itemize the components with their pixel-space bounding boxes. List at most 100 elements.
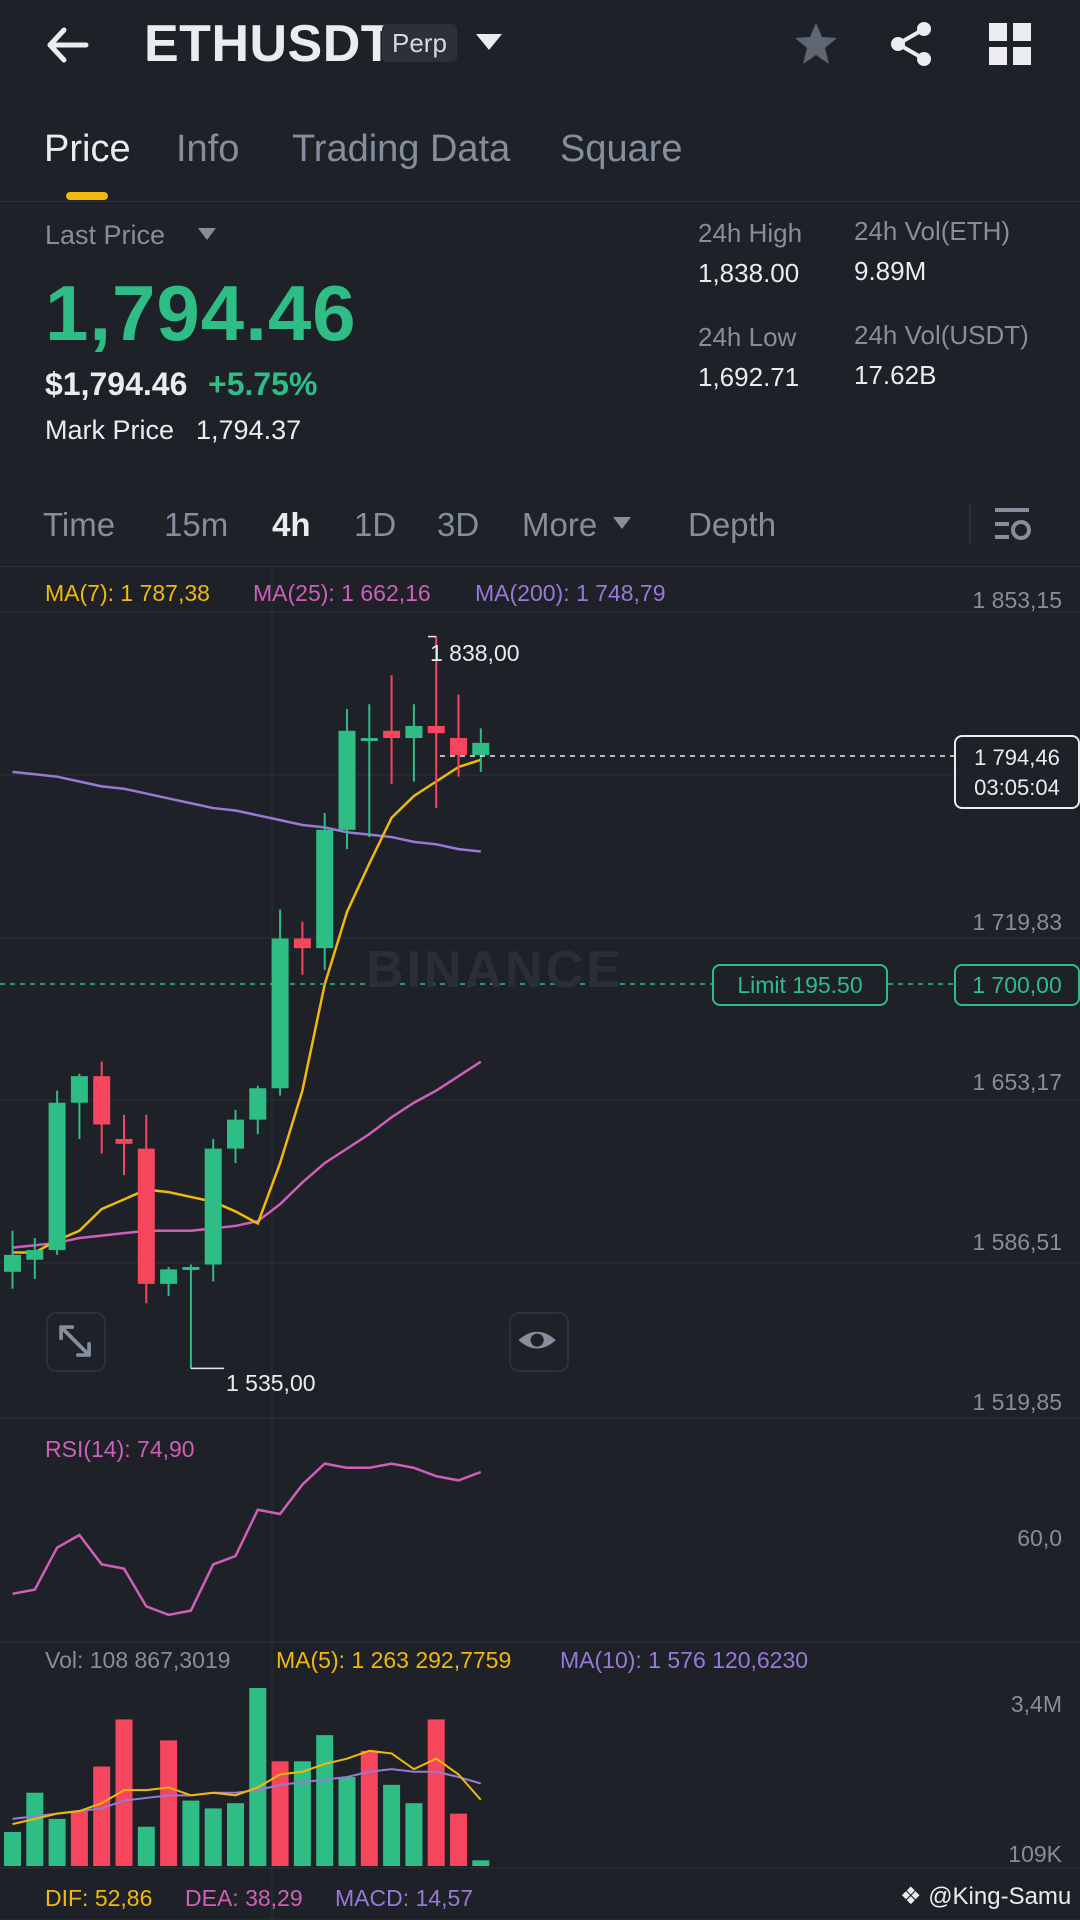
visibility-toggle-button[interactable] (509, 1312, 569, 1372)
candle-body (360, 738, 378, 742)
caret-down-icon[interactable] (612, 516, 632, 530)
low-24h-value: 1,692.71 (698, 362, 800, 392)
usd-price-value: $1,794.46 (45, 366, 188, 402)
candle-body (48, 1102, 66, 1251)
candle-body (227, 1119, 244, 1149)
tab-trading-data[interactable]: Trading Data (292, 128, 510, 171)
candle-body (338, 730, 356, 830)
last-price-value: 1,794.46 (45, 269, 357, 357)
rsi-label: RSI(14): 74,90 (45, 1436, 195, 1462)
interval-divider (969, 504, 971, 544)
mark-price-value: 1,794.37 (196, 415, 302, 445)
dropdown-caret-icon[interactable] (474, 30, 504, 54)
star-icon[interactable] (792, 20, 840, 68)
candles (4, 636, 490, 1369)
candle-body (293, 938, 311, 949)
low-marker-label: 1 535,00 (226, 1370, 316, 1396)
volume-ma5-label: MA(5): 1 263 292,7759 (276, 1647, 512, 1673)
price-tick-label: 1 653,17 (972, 1069, 1062, 1095)
expand-icon (59, 1325, 91, 1357)
candle-body (450, 738, 467, 755)
volume-bar (383, 1784, 401, 1866)
binance-watermark: BINANCE (366, 941, 624, 999)
active-tab-indicator (66, 192, 108, 200)
price-change-percent: +5.75% (208, 366, 318, 402)
tab-square[interactable]: Square (560, 128, 683, 171)
tabs-divider (0, 201, 1080, 202)
candle (137, 1114, 155, 1304)
vol-eth-value: 9.89M (854, 256, 927, 286)
candle (115, 1114, 133, 1176)
grid-menu-icon[interactable] (988, 22, 1032, 66)
volume-bar (137, 1826, 155, 1866)
candle-body (427, 725, 445, 734)
price-tick-label: 1 853,15 (972, 587, 1062, 613)
volume-bar (472, 1860, 490, 1866)
tab-info[interactable]: Info (176, 128, 239, 171)
volume-bar (93, 1766, 111, 1866)
interval-15m[interactable]: 15m (164, 506, 228, 544)
candle (383, 675, 401, 784)
candle (271, 909, 289, 1096)
author-credit-text: @King-Samu (928, 1883, 1072, 1910)
interval-more[interactable]: More (522, 506, 597, 544)
vol-eth-label: 24h Vol(ETH) (854, 216, 1011, 246)
high-24h-value: 1,838.00 (698, 258, 800, 288)
interval-3d[interactable]: 3D (437, 506, 479, 544)
perp-badge: Perp (382, 24, 457, 62)
top-bar: ETHUSDT Perp (0, 0, 1080, 90)
share-icon[interactable] (888, 20, 934, 68)
volume-tick-label: 109K (1008, 1841, 1062, 1867)
rsi-panel: 60,0 (12, 1462, 1062, 1617)
volume-bar (360, 1750, 378, 1866)
interval-time[interactable]: Time (43, 506, 115, 544)
vol-usdt-label: 24h Vol(USDT) (854, 320, 1029, 350)
candle-body (137, 1148, 155, 1284)
candlestick-chart[interactable]: 1 853,15 1 719,83 1 653,17 1 586,51 1 519,85… (0, 567, 1080, 1920)
candle (4, 1230, 21, 1289)
symbol-title[interactable]: ETHUSDT (144, 14, 393, 74)
low-24h-label: 24h Low (698, 322, 797, 352)
interval-depth[interactable]: Depth (688, 506, 776, 544)
candle-body (115, 1138, 133, 1144)
tab-price[interactable]: Price (44, 128, 131, 171)
volume-bar (160, 1740, 178, 1866)
candle-body (316, 829, 334, 949)
candle-body (93, 1076, 111, 1125)
candle (360, 704, 378, 838)
interval-1d[interactable]: 1D (354, 506, 396, 544)
ma200-line (12, 770, 481, 853)
rsi-tick-label: 60,0 (1017, 1525, 1062, 1551)
volume-bar (227, 1803, 244, 1866)
candle-body (4, 1254, 21, 1272)
candle-body (26, 1250, 44, 1260)
candle-body (405, 725, 423, 739)
candle-body (204, 1148, 222, 1265)
volume-bar (293, 1761, 311, 1866)
volume-bar (338, 1777, 356, 1866)
candle (204, 1138, 222, 1282)
candle (472, 728, 490, 772)
ma7-line (12, 758, 482, 1254)
rsi-line (12, 1462, 482, 1617)
chart-settings-icon[interactable] (994, 506, 1032, 542)
price-tick-label: 1 519,85 (972, 1389, 1062, 1415)
candle (338, 709, 356, 850)
mark-price-label: Mark Price (45, 415, 175, 445)
volume-bar (26, 1792, 44, 1866)
author-credit: ❖ @King-Samu (900, 1882, 1071, 1911)
last-price-label[interactable]: Last Price (45, 220, 165, 251)
back-arrow-icon[interactable] (42, 20, 92, 70)
interval-4h[interactable]: 4h (272, 506, 311, 544)
high-marker-label: 1 838,00 (430, 640, 520, 666)
macd-dea-label: DEA: 38,29 (185, 1885, 303, 1911)
candle-body (160, 1269, 178, 1284)
candle (405, 704, 423, 782)
macd-value-label: MACD: 14,57 (335, 1885, 474, 1911)
fullscreen-button[interactable] (46, 1312, 106, 1372)
price-tick-label: 1 586,51 (972, 1229, 1062, 1255)
volume-bar (48, 1818, 66, 1866)
ma-lines (12, 758, 482, 1254)
caret-down-icon[interactable] (196, 226, 218, 242)
limit-order-tag[interactable]: Limit 195.50 (712, 964, 888, 1006)
